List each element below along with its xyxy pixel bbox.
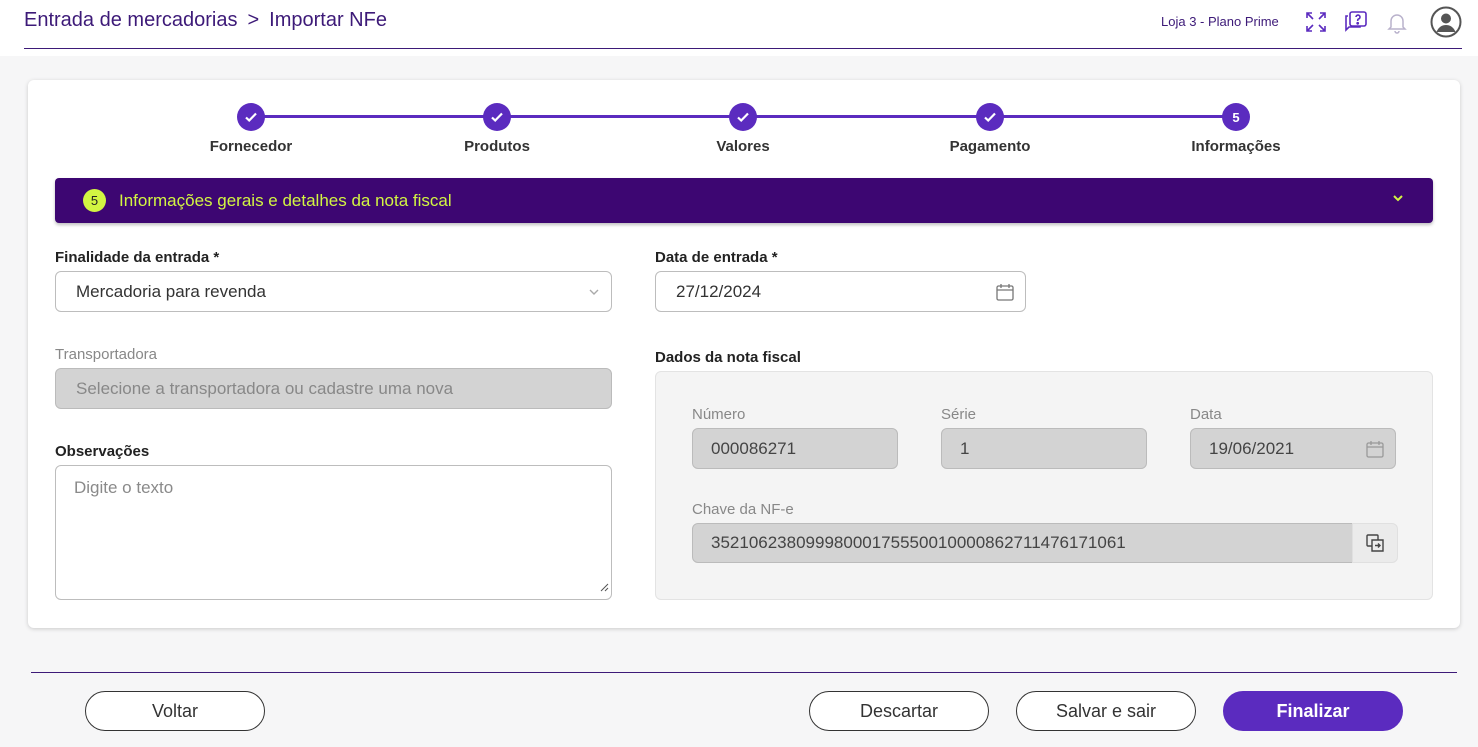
data-entrada-value: 27/12/2024	[676, 281, 762, 301]
numero-input[interactable]: 000086271	[692, 428, 898, 469]
help-chat-icon[interactable]	[1342, 8, 1370, 36]
step-produtos[interactable]: Produtos	[417, 103, 577, 155]
finalidade-select[interactable]: Mercadoria para revenda	[55, 271, 612, 312]
step-fornecedor[interactable]: Fornecedor	[171, 103, 331, 155]
breadcrumb: Entrada de mercadorias > Importar NFe	[24, 9, 387, 32]
calendar-icon	[1365, 439, 1385, 464]
serie-value: 1	[960, 438, 970, 458]
observacoes-label: Observações	[55, 443, 150, 460]
section-header[interactable]: 5 Informações gerais e detalhes da nota …	[55, 178, 1433, 223]
observacoes-placeholder: Digite o texto	[74, 478, 174, 497]
finalizar-button[interactable]: Finalizar	[1223, 691, 1403, 731]
breadcrumb-item-entrada[interactable]: Entrada de mercadorias	[24, 9, 237, 32]
store-name[interactable]: Loja 3 - Plano Prime	[1161, 14, 1279, 29]
step-number: 5	[1222, 103, 1250, 131]
section-badge: 5	[83, 189, 106, 212]
chave-value: 3521062380999800017555001000086271147617…	[711, 533, 1126, 552]
footer-divider	[31, 672, 1457, 673]
calendar-icon[interactable]	[995, 282, 1015, 307]
chave-input[interactable]: 3521062380999800017555001000086271147617…	[692, 523, 1354, 563]
breadcrumb-separator: >	[247, 9, 260, 31]
copy-icon	[1366, 534, 1384, 552]
voltar-button[interactable]: Voltar	[85, 691, 265, 731]
check-icon	[483, 103, 511, 131]
step-label: Pagamento	[949, 138, 1031, 155]
breadcrumb-item-importar: Importar NFe	[269, 9, 387, 31]
resize-handle-icon[interactable]	[599, 577, 609, 597]
observacoes-textarea[interactable]: Digite o texto	[55, 465, 612, 600]
user-avatar-icon[interactable]	[1430, 6, 1462, 38]
step-pagamento[interactable]: Pagamento	[910, 103, 1070, 155]
step-valores[interactable]: Valores	[663, 103, 823, 155]
step-label: Valores	[716, 138, 770, 155]
chevron-down-icon	[587, 284, 601, 304]
data-label: Data	[1190, 406, 1222, 423]
data-value: 19/06/2021	[1209, 438, 1295, 458]
nota-fiscal-panel: Número 000086271 Série 1 Data 19/06/2021…	[655, 371, 1433, 600]
salvar-sair-button[interactable]: Salvar e sair	[1016, 691, 1196, 731]
data-entrada-label: Data de entrada *	[655, 249, 778, 266]
check-icon	[976, 103, 1004, 131]
bell-icon[interactable]	[1383, 8, 1411, 36]
nota-fiscal-title: Dados da nota fiscal	[655, 349, 801, 366]
transportadora-label: Transportadora	[55, 346, 157, 363]
header-divider	[24, 48, 1462, 49]
check-icon	[729, 103, 757, 131]
form-card: Fornecedor Produtos Valores Pagamento 5 …	[28, 80, 1460, 628]
chevron-down-icon[interactable]	[1391, 191, 1405, 210]
step-label: Produtos	[464, 138, 530, 155]
numero-label: Número	[692, 406, 746, 423]
check-icon	[237, 103, 265, 131]
serie-input[interactable]: 1	[941, 428, 1147, 469]
section-title: Informações gerais e detalhes da nota fi…	[119, 190, 452, 210]
step-label: Fornecedor	[209, 138, 293, 155]
transportadora-placeholder: Selecione a transportadora ou cadastre u…	[76, 378, 454, 398]
step-informacoes[interactable]: 5 Informações	[1156, 103, 1316, 155]
expand-icon[interactable]	[1302, 8, 1330, 36]
serie-label: Série	[941, 406, 977, 423]
data-input[interactable]: 19/06/2021	[1190, 428, 1396, 469]
copy-button[interactable]	[1352, 523, 1398, 563]
transportadora-select[interactable]: Selecione a transportadora ou cadastre u…	[55, 368, 612, 409]
finalidade-label: Finalidade da entrada *	[55, 249, 220, 266]
descartar-button[interactable]: Descartar	[809, 691, 989, 731]
finalidade-value: Mercadoria para revenda	[76, 281, 266, 301]
top-header: Entrada de mercadorias > Importar NFe Lo…	[0, 0, 1478, 56]
numero-value: 000086271	[711, 438, 797, 458]
chave-label: Chave da NF-e	[692, 501, 794, 518]
data-entrada-input[interactable]: 27/12/2024	[655, 271, 1026, 312]
step-label: Informações	[1191, 138, 1281, 155]
